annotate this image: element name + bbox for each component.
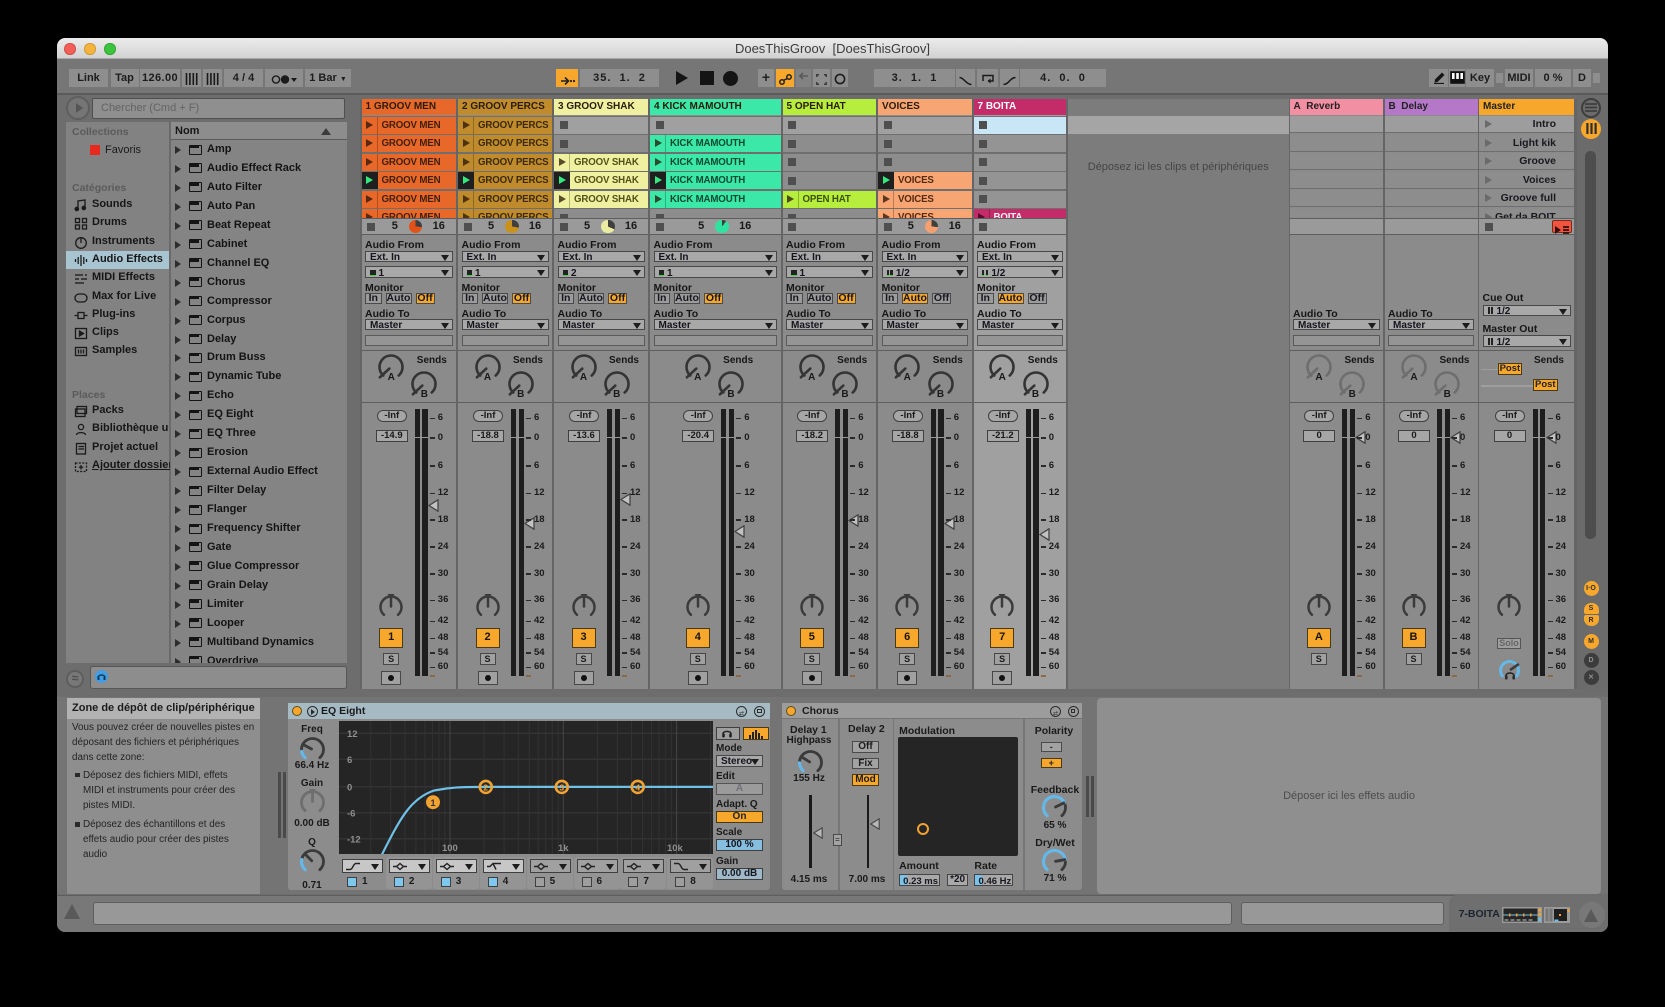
svg-text:2: 2 [483, 782, 488, 792]
svg-text:10k: 10k [667, 843, 684, 854]
svg-text:1: 1 [431, 798, 436, 808]
svg-text:-6: -6 [347, 808, 355, 819]
svg-text:12: 12 [347, 729, 358, 740]
svg-text:4: 4 [635, 782, 640, 792]
svg-text:3: 3 [559, 782, 564, 792]
svg-text:0: 0 [347, 782, 352, 793]
svg-text:6: 6 [347, 755, 352, 766]
svg-text:-12: -12 [347, 834, 361, 845]
svg-text:100: 100 [442, 843, 458, 854]
svg-text:1k: 1k [558, 843, 569, 854]
